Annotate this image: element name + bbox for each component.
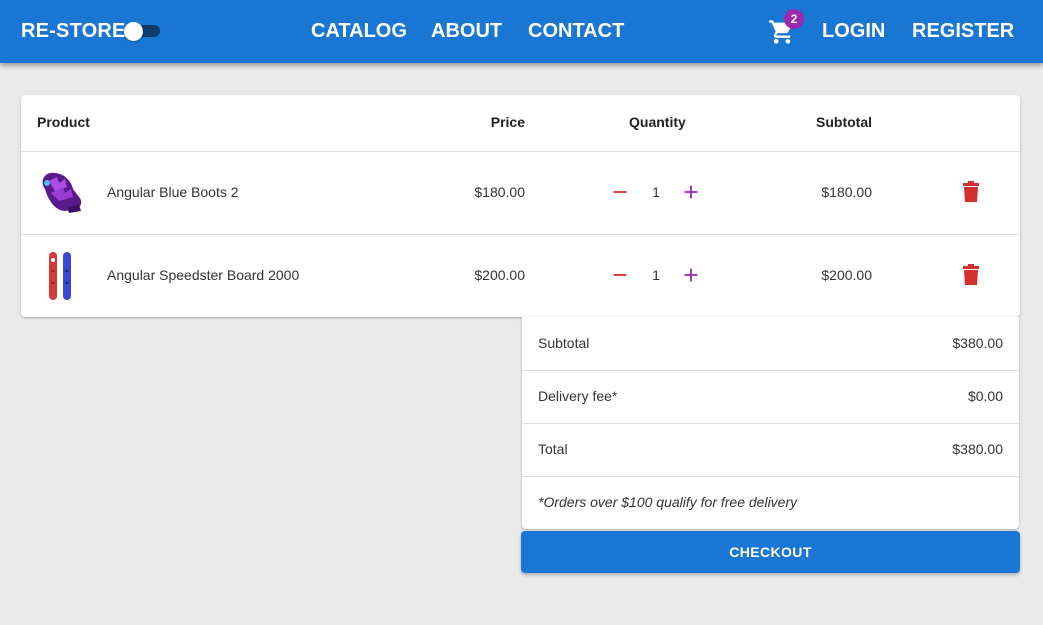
summary-delivery-label: Delivery fee* [538, 388, 618, 404]
table-row: Angular Speedster Board 2000 $200.00 1 $… [21, 235, 1020, 317]
brand-title[interactable]: RE-STORE [21, 20, 126, 43]
summary-subtotal-label: Subtotal [538, 335, 590, 351]
summary-delivery-row: Delivery fee* $0.00 [522, 370, 1019, 423]
minus-icon [613, 274, 627, 276]
column-header-quantity: Quantity [629, 114, 686, 130]
nav-about[interactable]: ABOUT [431, 20, 502, 43]
nav-login[interactable]: LOGIN [822, 20, 885, 43]
switch-thumb [124, 22, 143, 41]
summary-total-label: Total [538, 441, 568, 457]
summary-total-row: Total $380.00 [522, 423, 1019, 476]
nav-catalog[interactable]: CATALOG [311, 20, 407, 43]
column-header-price: Price [490, 114, 525, 130]
product-name[interactable]: Angular Speedster Board 2000 [107, 267, 299, 283]
product-price: $200.00 [474, 267, 525, 283]
item-subtotal: $180.00 [821, 184, 872, 200]
minus-icon [613, 191, 627, 193]
checkout-button[interactable]: CHECKOUT [521, 531, 1020, 573]
summary-subtotal-value: $380.00 [952, 335, 1003, 351]
plus-icon [684, 185, 698, 199]
remove-item-button[interactable] [961, 264, 981, 286]
trash-icon [963, 264, 979, 285]
free-delivery-note: *Orders over $100 qualify for free deliv… [538, 494, 798, 510]
cart-count-badge: 2 [784, 9, 804, 29]
item-subtotal: $200.00 [821, 267, 872, 283]
trash-icon [963, 181, 979, 202]
quantity-value: 1 [652, 184, 660, 200]
mitten-product-icon [42, 172, 82, 213]
column-header-subtotal: Subtotal [816, 114, 872, 130]
nav-contact[interactable]: CONTACT [528, 20, 624, 43]
basket-table: Product Price Quantity Subtotal Angular … [21, 95, 1020, 317]
summary-subtotal-row: Subtotal $380.00 [522, 317, 1019, 370]
summary-total-value: $380.00 [952, 441, 1003, 457]
snowboard-product-icon [49, 252, 71, 300]
remove-item-button[interactable] [961, 181, 981, 203]
increment-quantity-button[interactable] [680, 264, 702, 286]
summary-delivery-value: $0.00 [967, 388, 1003, 404]
increment-quantity-button[interactable] [680, 181, 702, 203]
table-row: Angular Blue Boots 2 $180.00 1 $180.00 [21, 152, 1020, 234]
plus-icon [684, 268, 698, 282]
decrement-quantity-button[interactable] [609, 181, 631, 203]
app-bar: RE-STORE CATALOG ABOUT CONTACT 2 LOGIN R… [0, 0, 1043, 63]
theme-toggle-switch[interactable] [124, 22, 160, 41]
product-name[interactable]: Angular Blue Boots 2 [107, 184, 239, 200]
nav-register[interactable]: REGISTER [912, 20, 1014, 43]
product-price: $180.00 [474, 184, 525, 200]
order-summary: Subtotal $380.00 Delivery fee* $0.00 Tot… [522, 317, 1019, 529]
column-header-product: Product [37, 114, 90, 130]
quantity-value: 1 [652, 267, 660, 283]
summary-note-row: *Orders over $100 qualify for free deliv… [522, 476, 1019, 529]
decrement-quantity-button[interactable] [609, 264, 631, 286]
